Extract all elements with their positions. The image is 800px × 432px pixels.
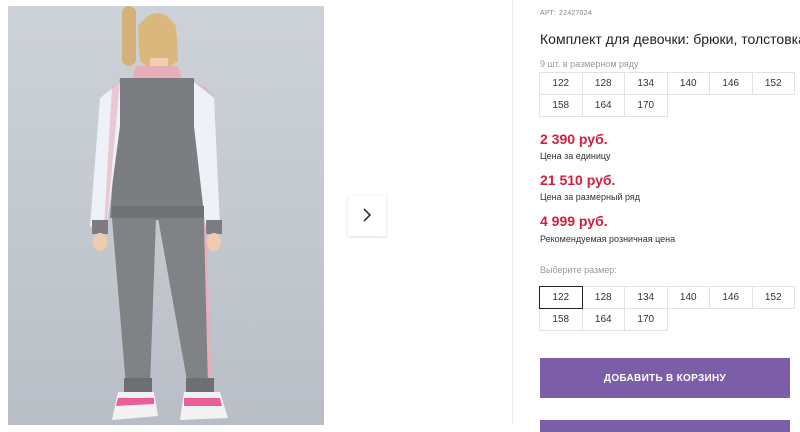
size-picker-grid: 122 128 134 140 146 152 158 164 170 [539, 286, 795, 331]
retail-price-note: Рекомендуемая розничная цена [540, 234, 676, 244]
size-option[interactable]: 164 [581, 308, 625, 331]
article-value: 22427024 [559, 10, 592, 17]
size-option[interactable]: 128 [581, 286, 625, 309]
size-option[interactable]: 146 [709, 286, 753, 309]
size-option[interactable]: 170 [624, 308, 668, 331]
size-row-cell: 158 [539, 94, 583, 117]
row-price: 21 510 руб. [540, 172, 616, 188]
size-row-cell: 164 [581, 94, 625, 117]
size-row-cell: 122 [539, 72, 583, 95]
panel-divider [512, 0, 513, 425]
size-row-cell: 170 [624, 94, 668, 117]
size-option-selected[interactable]: 122 [539, 286, 583, 309]
unit-price: 2 390 руб. [540, 131, 608, 147]
retail-price: 4 999 руб. [540, 213, 608, 229]
unit-price-note: Цена за единицу [540, 151, 611, 161]
size-row-note: 9 шт. в размерном ряду [540, 59, 639, 69]
size-row-cell: 128 [581, 72, 625, 95]
chevron-right-icon [361, 207, 373, 226]
size-row-cell: 146 [709, 72, 753, 95]
size-row-cell: 140 [666, 72, 710, 95]
row-price-note: Цена за размерный ряд [540, 192, 641, 202]
size-row-cell: 152 [751, 72, 795, 95]
secondary-action-button[interactable] [540, 420, 790, 432]
product-title: Комплект для девочки: брюки, толстовка [540, 31, 800, 47]
size-row-cell: 134 [624, 72, 668, 95]
size-option[interactable]: 152 [751, 286, 795, 309]
article-number: АРТ: 22427024 [540, 10, 595, 17]
size-option[interactable]: 134 [624, 286, 668, 309]
size-option[interactable]: 158 [539, 308, 583, 331]
product-photo-illustration [90, 6, 228, 420]
choose-size-label: Выберите размер: [540, 265, 617, 275]
product-gallery [0, 0, 512, 425]
product-photo[interactable] [8, 6, 324, 425]
next-image-button[interactable] [348, 196, 386, 236]
size-option[interactable]: 140 [666, 286, 710, 309]
add-to-cart-button[interactable]: ДОБАВИТЬ В КОРЗИНУ [540, 358, 790, 398]
article-label: АРТ: [540, 10, 557, 17]
size-row-grid: 122 128 134 140 146 152 158 164 170 [539, 72, 795, 117]
